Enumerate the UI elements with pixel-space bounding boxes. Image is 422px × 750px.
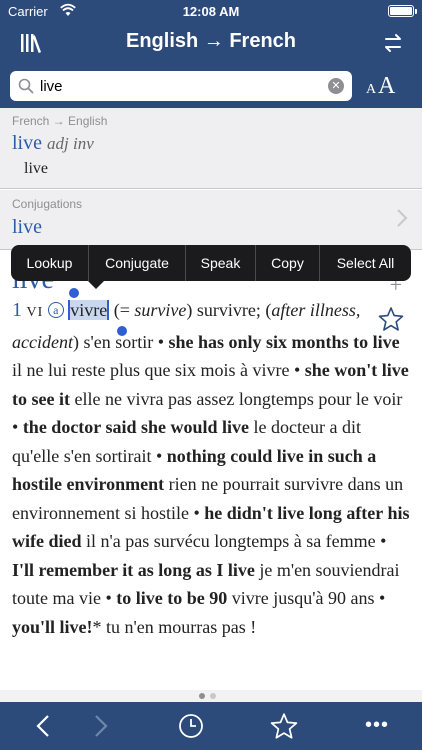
translation-text: (= (109, 300, 135, 320)
result-item-conjugations[interactable]: Conjugations live (0, 190, 422, 250)
selected-word[interactable]: vivre (68, 300, 110, 320)
translation-text: ) survivre; ( (186, 300, 272, 320)
selection-handle-start[interactable] (69, 288, 79, 298)
more-icon[interactable]: ••• (364, 714, 390, 738)
menu-item-copy[interactable]: Copy (256, 245, 320, 281)
forward-icon[interactable] (92, 714, 110, 738)
translation-text: tu n'en mourras pas ! (101, 616, 257, 637)
top-bar: Carrier 12:08 AM English → French ✕ A A (0, 0, 422, 108)
menu-item-lookup[interactable]: Lookup (11, 245, 89, 281)
result-headword: live adj inv (12, 132, 94, 154)
result-headword: live (12, 216, 42, 238)
swap-language-icon[interactable] (382, 32, 404, 54)
history-icon[interactable] (178, 713, 204, 739)
page-title: English → French (125, 30, 297, 52)
menu-item-speak[interactable]: Speak (186, 245, 256, 281)
menu-item-select-all[interactable]: Select All (320, 245, 411, 281)
example-phrase: the doctor said she would live (22, 417, 249, 437)
example-phrase: she has only six months to live (168, 331, 400, 352)
context-menu: Lookup Conjugate Speak Copy Select All (11, 245, 411, 281)
gloss-text: survive (134, 300, 187, 320)
result-item-french-english[interactable]: French → English live adj inv live (0, 108, 422, 189)
search-input[interactable] (40, 71, 320, 101)
selection-handle-end[interactable] (117, 326, 127, 336)
font-size-icon[interactable]: A A (366, 72, 402, 100)
status-bar: Carrier 12:08 AM (0, 0, 422, 22)
search-bar[interactable]: ✕ (10, 71, 352, 101)
result-category: French → English (12, 114, 108, 128)
result-category: Conjugations (12, 197, 83, 211)
sense-number: 1 (12, 299, 22, 321)
sense-marker: a (47, 302, 64, 318)
example-phrase: you'll live! (12, 616, 93, 637)
example-phrase: I'll remember it as long as I live (12, 559, 255, 580)
result-translation: live (24, 160, 48, 177)
chevron-right-icon (397, 209, 408, 227)
example-phrase: to live to be 90 (116, 588, 228, 608)
entry-pos: VI (26, 305, 44, 320)
bottom-toolbar: ••• (0, 702, 422, 750)
page-indicator[interactable] (0, 690, 422, 702)
status-time: 12:08 AM (182, 4, 240, 19)
translation-text: vivre jusqu'à 90 ans • (227, 588, 386, 608)
translation-text: * (92, 616, 102, 637)
page-dot (210, 693, 216, 699)
page-dot (199, 693, 205, 699)
entry-text: (= survive) survivre; (after illness, ac… (12, 300, 409, 637)
dictionary-entry: live + 1 VI a vivre (= survive) survivre… (0, 250, 422, 690)
result-pos: adj inv (47, 134, 94, 153)
back-icon[interactable] (34, 714, 52, 738)
clear-search-icon[interactable]: ✕ (328, 78, 344, 94)
translation-text: il n'a pas survécu longtemps à sa femme … (81, 531, 387, 551)
translation-text: il ne lui reste plus que six mois à vivr… (12, 360, 305, 380)
menu-item-conjugate[interactable]: Conjugate (89, 245, 186, 281)
search-icon (18, 78, 34, 94)
favorites-star-icon[interactable] (270, 712, 298, 740)
context-menu-pointer (88, 281, 104, 289)
entry-body[interactable]: 1 VI a vivre (= survive) survivre; (afte… (12, 296, 410, 641)
battery-icon (388, 5, 417, 17)
